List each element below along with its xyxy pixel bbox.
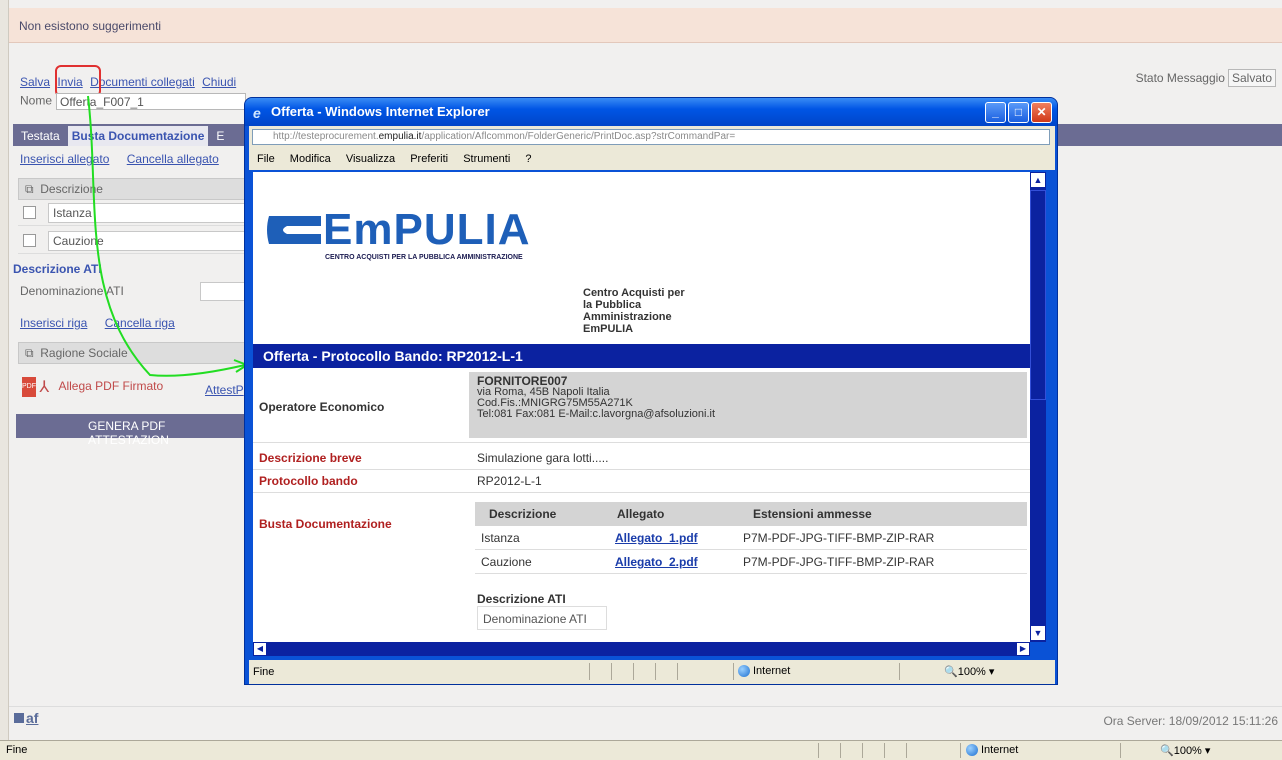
row-ext: P7M-PDF-JPG-TIFF-BMP-ZIP-RAR [743, 555, 935, 569]
operatore-tel: Tel:081 Fax:081 E-Mail:c.lavorgna@afsolu… [477, 408, 716, 420]
url-path: /application/Aflcommon/FolderGeneric/Pri… [421, 131, 736, 142]
url-domain: empulia.it [378, 131, 422, 142]
zone-label: Internet [981, 744, 1019, 756]
allegato-link[interactable]: Allegato_2.pdf [615, 555, 698, 569]
popup-menu-bar: File Modifica Visualizza Preferiti Strum… [249, 148, 1055, 170]
status-divider [633, 663, 634, 680]
status-divider [840, 743, 841, 758]
row-divider [253, 469, 1030, 470]
popup-zoom-control[interactable]: 🔍100% ▾ [944, 665, 994, 678]
menu-file[interactable]: File [257, 153, 275, 165]
empulia-logo-mark-icon [267, 216, 321, 244]
popup-title-bar[interactable]: e Offerta - Windows Internet Explorer _ … [245, 98, 1057, 126]
vertical-scrollbar[interactable]: ▲ ▼ [1030, 172, 1046, 642]
scroll-up-icon[interactable]: ▲ [1031, 173, 1045, 187]
close-icon[interactable]: ✕ [1031, 102, 1052, 123]
busta-table: Descrizione Allegato Estensioni ammesse … [475, 502, 1027, 574]
centro-acquisti-text: Centro Acquisti per la Pubblica Amminist… [583, 287, 723, 335]
status-bar: Fine Internet 🔍100% ▾ [0, 740, 1282, 760]
col-descrizione: Descrizione [489, 507, 557, 521]
status-text: Fine [6, 744, 28, 756]
logo-subtitle: CENTRO ACQUISTI PER LA PUBBLICA AMMINIST… [325, 254, 523, 261]
status-divider [960, 743, 961, 758]
status-divider [589, 663, 590, 680]
table-row: Cauzione Allegato_2.pdf P7M-PDF-JPG-TIFF… [475, 550, 1027, 574]
globe-icon [738, 665, 750, 678]
table-row: Istanza Allegato_1.pdf P7M-PDF-JPG-TIFF-… [475, 526, 1027, 550]
scroll-thumb[interactable] [1030, 190, 1046, 400]
centro-line: Amministrazione [583, 311, 672, 323]
internet-zone: Internet [966, 744, 1019, 757]
centro-line: la Pubblica [583, 299, 642, 311]
horizontal-scrollbar[interactable]: ◀ ▶ [253, 642, 1030, 656]
status-divider [1120, 743, 1121, 758]
row-descr: Cauzione [481, 555, 532, 569]
busta-label: Busta Documentazione [259, 517, 392, 531]
centro-line: Centro Acquisti per [583, 287, 685, 299]
protocollo-value: RP2012-L-1 [477, 474, 542, 488]
popup-status-text: Fine [253, 666, 275, 678]
menu-modifica[interactable]: Modifica [290, 153, 331, 165]
popup-internet-zone: Internet [738, 665, 791, 678]
row-ext: P7M-PDF-JPG-TIFF-BMP-ZIP-RAR [743, 531, 935, 545]
protocollo-band-title: Offerta - Protocollo Bando: RP2012-L-1 [253, 344, 1030, 368]
protocollo-label: Protocollo bando [259, 474, 358, 488]
status-divider [733, 663, 734, 680]
menu-help[interactable]: ? [525, 153, 531, 165]
row-descr: Istanza [481, 531, 520, 545]
url-field[interactable]: http://testeprocurement.empulia.it/appli… [252, 129, 1050, 145]
status-divider [611, 663, 612, 680]
status-divider [906, 743, 907, 758]
popup-ati-denom: Denominazione ATI [477, 606, 607, 630]
ie-popup-window: e Offerta - Windows Internet Explorer _ … [244, 97, 1058, 685]
logo-text: EmPULIA [323, 205, 531, 254]
operatore-box: FORNITORE007 via Roma, 45B Napoli Italia… [469, 372, 1027, 438]
col-allegato: Allegato [617, 507, 665, 521]
operatore-label: Operatore Economico [259, 400, 385, 414]
status-divider [677, 663, 678, 680]
centro-line: EmPULIA [583, 323, 634, 335]
busta-header: Descrizione Allegato Estensioni ammesse [475, 502, 1027, 526]
url-prefix: http://testeprocurement. [273, 131, 379, 142]
scroll-right-icon[interactable]: ▶ [1017, 643, 1029, 655]
popup-title: Offerta - Windows Internet Explorer [271, 104, 490, 119]
zoom-label: 100% [1173, 745, 1202, 757]
row-divider [253, 492, 1030, 493]
status-divider [862, 743, 863, 758]
row-divider [253, 442, 1030, 443]
popup-content: EmPULIA CENTRO ACQUISTI PER LA PUBBLICA … [253, 172, 1030, 642]
descr-breve-label: Descrizione breve [259, 451, 362, 465]
status-divider [899, 663, 900, 680]
globe-icon [966, 744, 978, 757]
minimize-icon[interactable]: _ [985, 102, 1006, 123]
menu-preferiti[interactable]: Preferiti [410, 153, 448, 165]
status-divider [884, 743, 885, 758]
empulia-logo: EmPULIA CENTRO ACQUISTI PER LA PUBBLICA … [263, 208, 583, 268]
zoom-control[interactable]: 🔍100% ▾ [1160, 744, 1210, 757]
popup-zoom-label: 100% [957, 666, 986, 678]
scroll-left-icon[interactable]: ◀ [254, 643, 266, 655]
popup-zone-label: Internet [753, 665, 791, 677]
address-bar: http://testeprocurement.empulia.it/appli… [249, 126, 1055, 148]
status-divider [655, 663, 656, 680]
col-estensioni: Estensioni ammesse [753, 507, 872, 521]
maximize-icon[interactable]: □ [1008, 102, 1029, 123]
ie-icon: e [253, 105, 261, 121]
allegato-link[interactable]: Allegato_1.pdf [615, 531, 698, 545]
descr-breve-value: Simulazione gara lotti..... [477, 451, 609, 465]
menu-visualizza[interactable]: Visualizza [346, 153, 395, 165]
popup-ati-title: Descrizione ATI [477, 592, 566, 606]
scroll-down-icon[interactable]: ▼ [1031, 626, 1045, 640]
status-divider [818, 743, 819, 758]
menu-strumenti[interactable]: Strumenti [463, 153, 510, 165]
popup-status-bar: Fine Internet 🔍100% ▾ [249, 660, 1055, 684]
